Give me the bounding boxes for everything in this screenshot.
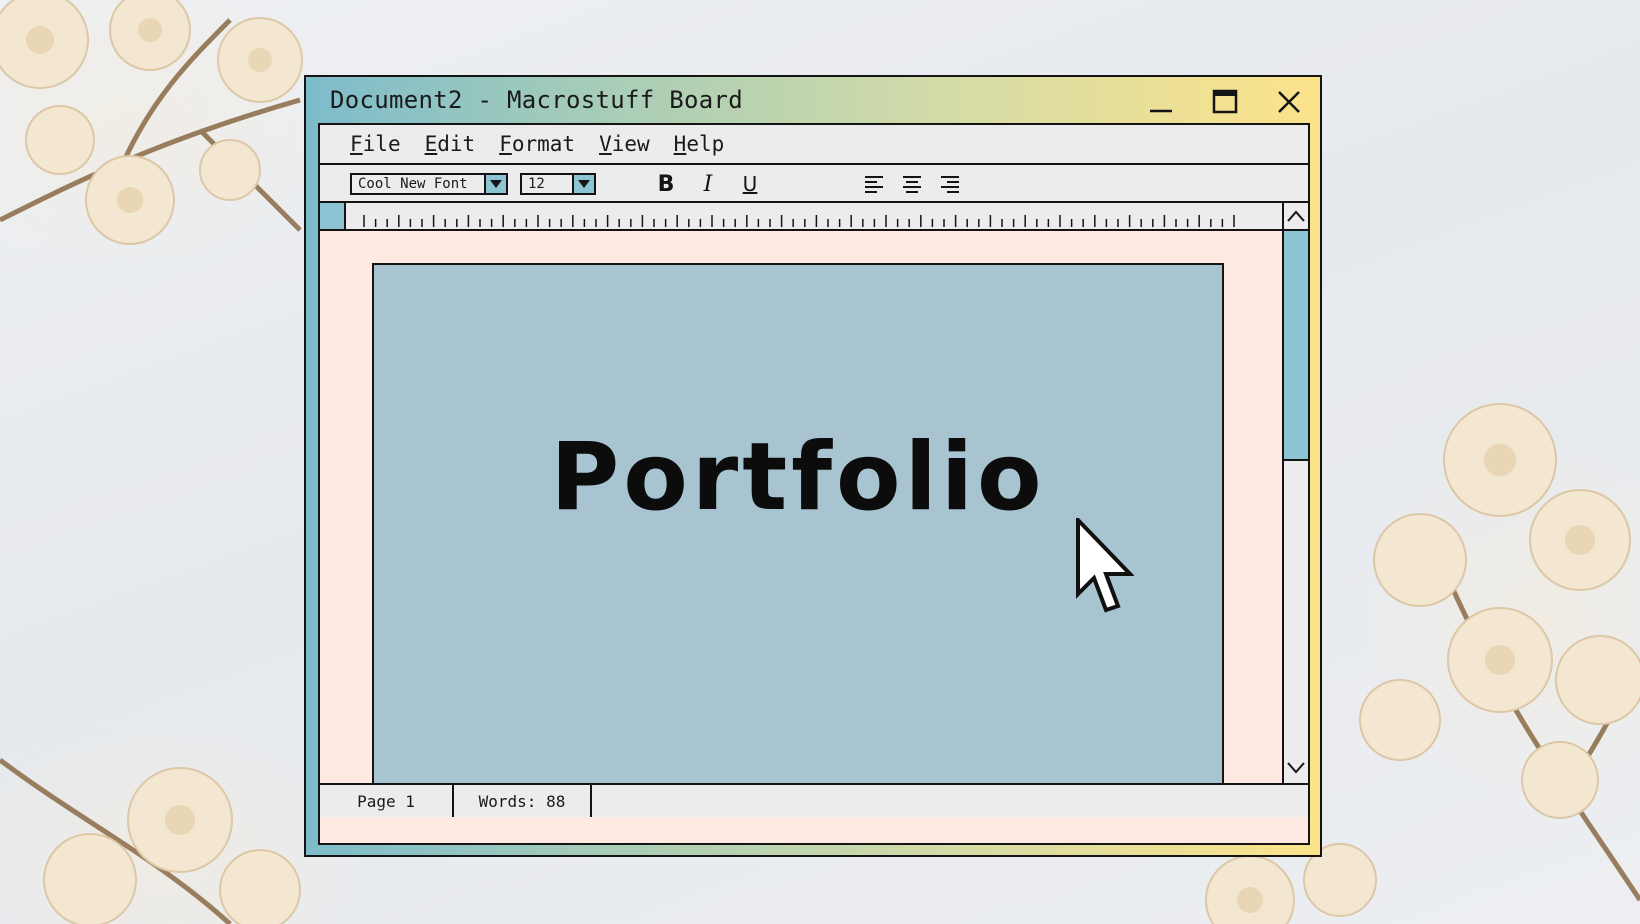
menu-edit[interactable]: Edit	[425, 132, 476, 156]
maximize-button[interactable]	[1208, 85, 1242, 119]
align-right-button[interactable]	[936, 171, 964, 197]
font-select[interactable]: Cool New Font	[350, 173, 508, 195]
scroll-down-button[interactable]	[1284, 755, 1308, 781]
status-word-count: Words: 88	[454, 785, 592, 817]
align-right-icon	[941, 176, 959, 193]
align-left-icon	[865, 176, 883, 193]
document-title: Portfolio	[550, 423, 1046, 532]
minimize-button[interactable]	[1144, 85, 1178, 119]
format-toolbar: Cool New Font 12 B I U	[320, 165, 1308, 203]
menu-file[interactable]: File	[350, 132, 401, 156]
scroll-up-button[interactable]	[1284, 203, 1308, 229]
mouse-pointer-icon	[1076, 518, 1134, 613]
word-processor-window: Document2 - Macrostuff Board File Edit F…	[304, 75, 1322, 857]
font-size-value: 12	[528, 176, 545, 192]
close-button[interactable]	[1272, 85, 1306, 119]
align-center-icon	[903, 176, 921, 193]
menu-edit-label: dit	[437, 132, 476, 156]
close-icon	[1278, 91, 1300, 113]
chevron-down-icon	[1287, 762, 1305, 774]
font-dropdown-button[interactable]	[484, 175, 506, 193]
window-title: Document2 - Macrostuff Board	[330, 86, 743, 114]
chevron-down-icon	[490, 180, 502, 188]
italic-button[interactable]: I	[694, 171, 722, 197]
menu-format-label: ormat	[511, 132, 576, 156]
ruler-ticks	[363, 215, 1235, 227]
status-page: Page 1	[320, 785, 454, 817]
menu-bar: File Edit Format View Help	[320, 125, 1308, 165]
window-body: File Edit Format View Help Cool New Font…	[318, 123, 1310, 845]
menu-view[interactable]: View	[599, 132, 650, 156]
document-area: Portfolio	[320, 231, 1282, 783]
vertical-scrollbar[interactable]	[1282, 203, 1308, 783]
underline-button[interactable]: U	[736, 171, 764, 197]
font-size-select[interactable]: 12	[520, 173, 596, 195]
chevron-up-icon	[1287, 210, 1305, 222]
minimize-icon	[1150, 109, 1172, 113]
bold-button[interactable]: B	[652, 171, 680, 197]
chevron-down-icon	[578, 180, 590, 188]
font-select-value: Cool New Font	[358, 176, 468, 192]
menu-view-mnemonic: V	[599, 132, 612, 156]
maximize-icon	[1212, 89, 1238, 114]
font-size-dropdown-button[interactable]	[572, 175, 594, 193]
menu-edit-mnemonic: E	[424, 132, 438, 156]
menu-file-label: ile	[362, 132, 401, 156]
menu-format[interactable]: Format	[499, 132, 575, 156]
menu-help-mnemonic: H	[673, 132, 687, 156]
menu-view-label: iew	[611, 132, 650, 156]
ruler[interactable]	[320, 203, 1282, 231]
menu-help-label: elp	[686, 132, 725, 156]
align-left-button[interactable]	[860, 171, 888, 197]
menu-file-mnemonic: F	[350, 132, 363, 156]
align-center-button[interactable]	[898, 171, 926, 197]
menu-format-mnemonic: F	[499, 132, 512, 156]
status-bar: Page 1 Words: 88	[320, 783, 1308, 817]
menu-help[interactable]: Help	[674, 132, 725, 156]
scroll-thumb[interactable]	[1284, 229, 1308, 461]
